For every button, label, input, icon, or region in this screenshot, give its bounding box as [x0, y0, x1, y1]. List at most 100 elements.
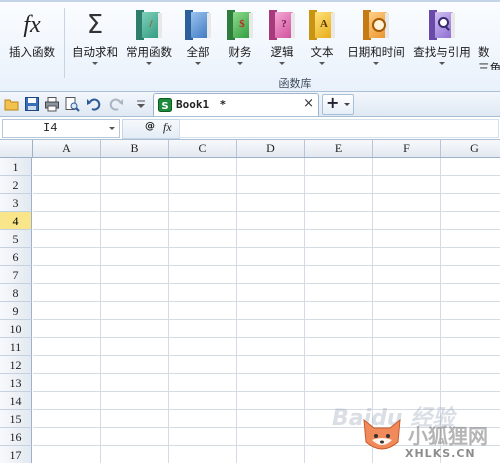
- ribbon: fx 插入函数 Σ 自动求和 / 常用函数 全部 $ 财务 ? 逻辑 A 文本 …: [0, 0, 500, 92]
- name-box[interactable]: I4: [2, 119, 120, 138]
- row-header-10[interactable]: 10: [0, 320, 32, 338]
- all-functions-button[interactable]: 全部: [180, 10, 216, 70]
- chevron-down-icon: [237, 62, 243, 65]
- save-icon[interactable]: [24, 96, 40, 112]
- book-icon-common: /: [136, 10, 162, 40]
- row-header-16[interactable]: 16: [0, 428, 32, 446]
- logic-functions-button[interactable]: ? 逻辑: [266, 10, 298, 70]
- svg-text:S: S: [161, 101, 168, 112]
- formula-input[interactable]: [179, 119, 499, 138]
- gridline-horizontal: [33, 193, 500, 194]
- column-header-d[interactable]: D: [237, 140, 305, 157]
- row-header-4[interactable]: 4: [0, 212, 32, 230]
- formula-bar: I4 @ fx: [0, 117, 500, 140]
- row-header-14[interactable]: 14: [0, 392, 32, 410]
- plus-icon: +: [326, 93, 340, 112]
- autosum-label: 自动求和: [72, 45, 118, 59]
- row-header-3[interactable]: 3: [0, 194, 32, 212]
- column-header-c[interactable]: C: [169, 140, 237, 157]
- datetime-label: 日期和时间: [347, 45, 405, 59]
- autosum-button[interactable]: Σ 自动求和: [70, 10, 120, 70]
- column-header-b[interactable]: B: [101, 140, 169, 157]
- gridline-horizontal: [33, 175, 500, 176]
- gridline-horizontal: [33, 301, 500, 302]
- gridline-vertical: [304, 158, 305, 463]
- gridline-horizontal: [33, 337, 500, 338]
- customize-toolbar-icon[interactable]: [133, 96, 149, 112]
- row-header-1[interactable]: 1: [0, 158, 32, 176]
- column-header-f[interactable]: F: [373, 140, 441, 157]
- gridline-horizontal: [33, 247, 500, 248]
- gridline-vertical: [168, 158, 169, 463]
- gridline-horizontal: [33, 373, 500, 374]
- chevron-down-icon: [344, 103, 350, 106]
- all-functions-label: 全部: [186, 45, 210, 59]
- gridline-horizontal: [33, 283, 500, 284]
- select-all-corner[interactable]: [0, 140, 33, 157]
- column-header-a[interactable]: A: [33, 140, 101, 157]
- undo-icon[interactable]: [86, 96, 102, 112]
- trig-label: 三角: [478, 61, 500, 70]
- fox-logo-icon: [360, 410, 404, 454]
- chevron-down-icon: [92, 62, 98, 65]
- finance-label: 财务: [228, 45, 252, 59]
- print-preview-icon[interactable]: [64, 96, 80, 112]
- row-header-17[interactable]: 17: [0, 446, 32, 463]
- column-header-row: ABCDEFG: [0, 140, 500, 158]
- math-functions-button[interactable]: 数 三角: [478, 10, 500, 70]
- lookup-label: 查找与引用: [413, 45, 471, 59]
- quick-access-toolbar: S Book1 * × +: [0, 92, 500, 117]
- chevron-down-icon: [279, 62, 285, 65]
- print-icon[interactable]: [44, 96, 60, 112]
- row-header-9[interactable]: 9: [0, 302, 32, 320]
- book-icon-all: [185, 10, 211, 40]
- row-header-7[interactable]: 7: [0, 266, 32, 284]
- row-header-13[interactable]: 13: [0, 374, 32, 392]
- chevron-down-icon: [319, 62, 325, 65]
- logic-label: 逻辑: [270, 45, 294, 59]
- ribbon-top-line: [0, 0, 500, 2]
- text-functions-button[interactable]: A 文本: [306, 10, 338, 70]
- insert-function-button[interactable]: fx 插入函数: [4, 10, 60, 70]
- new-tab-button[interactable]: +: [322, 93, 354, 115]
- common-functions-label: 常用函数: [126, 45, 172, 59]
- chevron-down-icon[interactable]: [109, 127, 115, 130]
- fx-icon: fx: [23, 12, 41, 38]
- text-book-icon: A: [309, 10, 335, 40]
- column-header-e[interactable]: E: [305, 140, 373, 157]
- chevron-down-icon: [146, 62, 152, 65]
- gridline-horizontal: [33, 391, 500, 392]
- gridline-horizontal: [33, 229, 500, 230]
- row-header-6[interactable]: 6: [0, 248, 32, 266]
- name-box-value: I4: [43, 121, 58, 135]
- open-folder-icon[interactable]: [4, 96, 20, 112]
- common-functions-button[interactable]: / 常用函数: [124, 10, 174, 70]
- gridline-horizontal: [33, 265, 500, 266]
- logic-book-icon: ?: [269, 10, 295, 40]
- function-library-group-label: 函数库: [278, 77, 312, 90]
- browse-formula-icon[interactable]: @: [145, 121, 155, 132]
- chevron-down-icon: [439, 62, 445, 65]
- chevron-down-icon: [195, 62, 201, 65]
- finance-functions-button[interactable]: $ 财务: [224, 10, 256, 70]
- fx-icon[interactable]: fx: [163, 120, 172, 135]
- row-header-5[interactable]: 5: [0, 230, 32, 248]
- row-header-8[interactable]: 8: [0, 284, 32, 302]
- spreadsheet-file-icon: S: [158, 98, 172, 112]
- lookup-functions-button[interactable]: 查找与引用: [412, 10, 472, 70]
- gridline-vertical: [100, 158, 101, 463]
- column-header-g[interactable]: G: [441, 140, 500, 157]
- finance-book-icon: $: [227, 10, 253, 40]
- row-header-15[interactable]: 15: [0, 410, 32, 428]
- row-header-11[interactable]: 11: [0, 338, 32, 356]
- document-tab-book1[interactable]: S Book1 * ×: [153, 93, 319, 116]
- document-tab-name: Book1: [176, 98, 210, 111]
- sigma-icon: Σ: [86, 10, 104, 40]
- redo-icon[interactable]: [108, 96, 124, 112]
- datetime-functions-button[interactable]: 日期和时间: [346, 10, 406, 70]
- close-tab-icon[interactable]: ×: [303, 96, 314, 111]
- site-watermark-cn: 小狐狸网: [408, 424, 488, 448]
- chevron-down-icon: [373, 62, 379, 65]
- row-header-2[interactable]: 2: [0, 176, 32, 194]
- row-header-12[interactable]: 12: [0, 356, 32, 374]
